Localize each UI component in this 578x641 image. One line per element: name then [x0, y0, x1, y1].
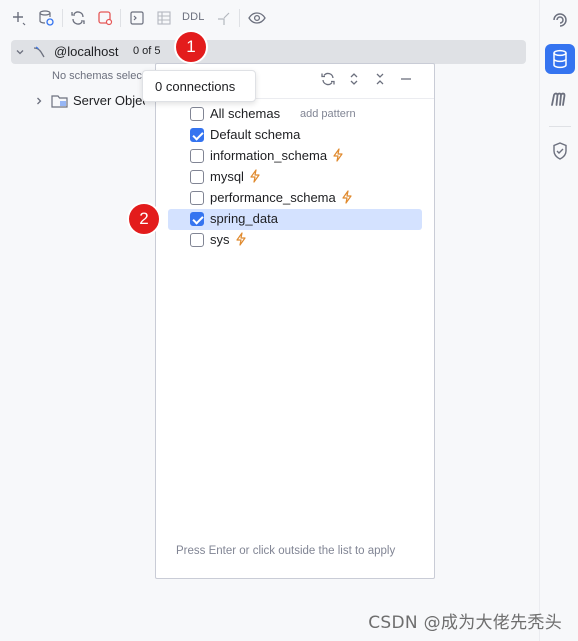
all-schemas-label: All schemas [210, 106, 281, 121]
schema-item[interactable]: sys [168, 230, 422, 251]
schema-label: mysql [210, 169, 261, 184]
add-icon[interactable] [8, 7, 30, 29]
ddl-button[interactable]: DDL [182, 11, 205, 23]
folder-icon [51, 94, 69, 112]
refresh-icon[interactable] [320, 71, 336, 87]
datasource-row-localhost[interactable]: @localhost 0 of 5 [11, 40, 526, 64]
mysql-dolphin-icon [32, 45, 48, 62]
add-pattern-link[interactable]: add pattern [300, 108, 356, 120]
introspection-bolt-icon [230, 232, 247, 247]
connections-tooltip-text: 0 connections [155, 79, 236, 94]
jump-icon[interactable] [213, 7, 235, 29]
expand-all-icon[interactable] [346, 71, 362, 87]
minimize-icon[interactable] [398, 71, 414, 87]
toolbar: DDL [0, 0, 539, 36]
schema-item[interactable]: Default schema [168, 125, 422, 146]
schema-label: sys [210, 232, 247, 247]
shield-icon[interactable] [545, 136, 575, 166]
schema-label: information_schema [210, 148, 344, 163]
schema-label: performance_schema [210, 190, 353, 205]
schema-count-badge[interactable]: 0 of 5 [131, 44, 163, 58]
watermark: CSDN @成为大佬先秃头 [368, 613, 562, 633]
schema-list: All schemas add pattern Default schema in… [156, 104, 434, 251]
eye-icon[interactable] [246, 7, 268, 29]
popup-actions [320, 71, 414, 87]
chevron-right-icon[interactable] [33, 95, 45, 110]
schema-item-all[interactable]: All schemas add pattern [168, 104, 422, 125]
no-schemas-text: No schemas selected [52, 70, 144, 82]
schema-label: spring_data [210, 211, 278, 226]
ai-swirl-icon[interactable] [545, 5, 575, 35]
schema-checkbox[interactable] [190, 128, 204, 142]
console-icon[interactable] [126, 7, 148, 29]
right-tool-strip [539, 0, 578, 641]
refresh-icon[interactable] [67, 7, 89, 29]
schema-item[interactable]: information_schema [168, 146, 422, 167]
schema-item[interactable]: spring_data [168, 209, 422, 230]
database-icon[interactable] [545, 44, 575, 74]
schema-selector-popup: All schemas add pattern Default schema in… [155, 63, 435, 579]
schema-item[interactable]: mysql [168, 167, 422, 188]
table-icon[interactable] [153, 7, 175, 29]
all-schemas-checkbox[interactable] [190, 107, 204, 121]
stop-icon[interactable] [94, 7, 116, 29]
apply-hint: Press Enter or click outside the list to… [176, 545, 396, 557]
schema-checkbox[interactable] [190, 170, 204, 184]
schema-item[interactable]: performance_schema [168, 188, 422, 209]
m-icon[interactable] [545, 84, 575, 114]
schema-checkbox[interactable] [190, 191, 204, 205]
server-objects-label: Server Objects [73, 93, 145, 108]
introspection-bolt-icon [336, 190, 353, 205]
annotation-badge-1: 1 [174, 30, 208, 64]
introspection-bolt-icon [327, 148, 344, 163]
database-tool-window: DDL @localhost 0 of 5 No schemas selecte… [0, 0, 539, 641]
connections-tooltip: 0 connections [142, 70, 256, 102]
schema-label: Default schema [210, 127, 301, 142]
annotation-badge-2: 2 [127, 202, 161, 236]
collapse-all-icon[interactable] [372, 71, 388, 87]
introspection-bolt-icon [244, 169, 261, 184]
schema-checkbox[interactable] [190, 149, 204, 163]
host-label: @localhost [54, 44, 119, 59]
schema-checkbox[interactable] [190, 233, 204, 247]
datasource-settings-icon[interactable] [35, 7, 57, 29]
schema-checkbox[interactable] [190, 212, 204, 226]
chevron-down-icon[interactable] [14, 46, 26, 61]
